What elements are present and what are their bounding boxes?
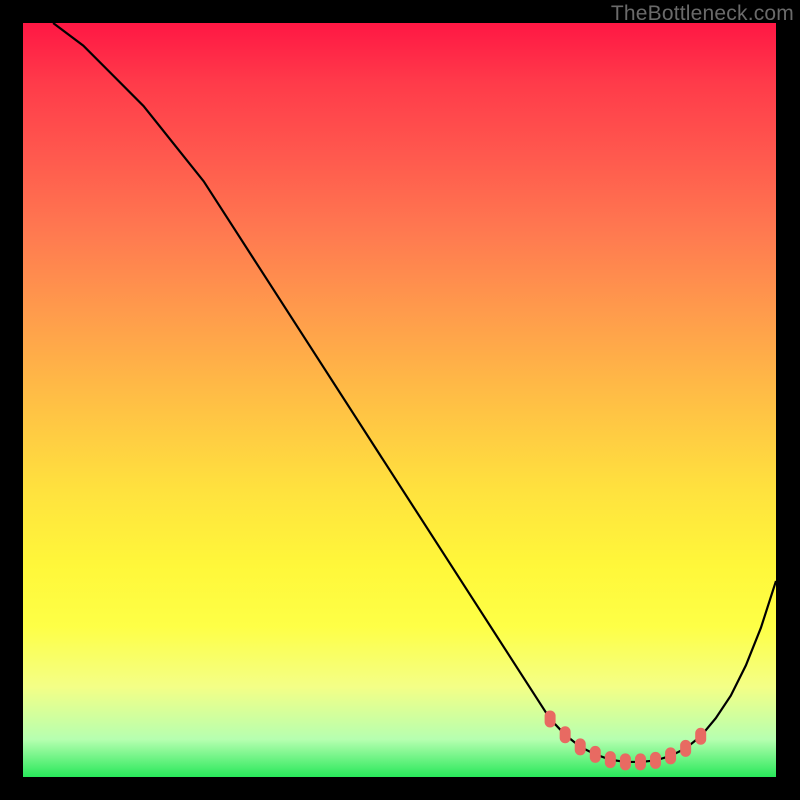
marker-point bbox=[590, 746, 600, 762]
marker-point bbox=[575, 739, 585, 755]
marker-point bbox=[560, 727, 570, 743]
chart-plot-area bbox=[23, 23, 776, 777]
marker-point bbox=[545, 711, 555, 727]
bottleneck-curve bbox=[53, 23, 776, 762]
marker-point bbox=[666, 748, 676, 764]
highlighted-region-markers bbox=[545, 711, 706, 770]
marker-point bbox=[696, 728, 706, 744]
marker-point bbox=[620, 754, 630, 770]
marker-point bbox=[605, 752, 615, 768]
chart-svg bbox=[23, 23, 776, 777]
marker-point bbox=[681, 740, 691, 756]
watermark-text: TheBottleneck.com bbox=[611, 2, 794, 26]
marker-point bbox=[651, 752, 661, 768]
marker-point bbox=[635, 754, 645, 770]
